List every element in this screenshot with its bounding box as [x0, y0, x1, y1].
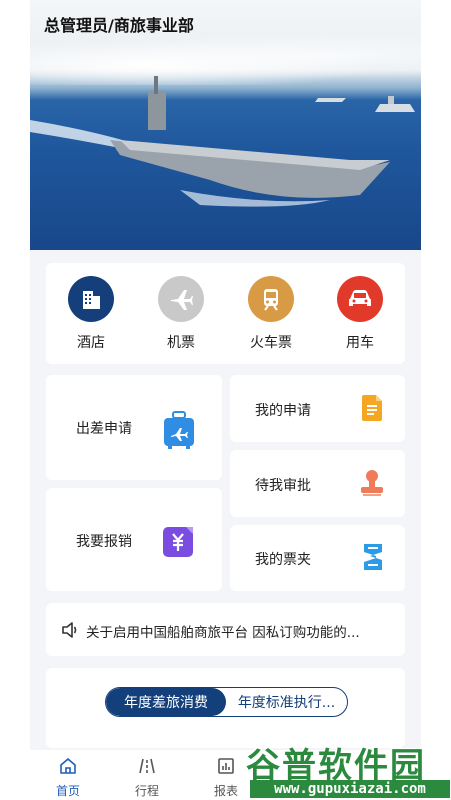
reimburse-label: 我要报销 [76, 534, 132, 550]
quick-services-card: 酒店 机票 火车票 用车 [46, 263, 405, 364]
app-page: 总管理员/商旅事业部 酒店 机票 火车票 用车 出差申请 我要报销 我的申请 待… [30, 0, 421, 800]
notice-text: 关于启用中国船舶商旅平台 因私订购功能的... [86, 625, 360, 641]
service-flight[interactable]: 机票 [146, 276, 216, 352]
road-icon [139, 758, 155, 774]
tab-home-label: 首页 [55, 784, 80, 798]
my-apply-label: 我的申请 [255, 403, 311, 419]
home-icon [60, 758, 76, 774]
hero-banner: 总管理员/商旅事业部 [30, 0, 421, 250]
document-icon [360, 394, 384, 426]
aircraft-carrier-image [30, 76, 415, 207]
stamp-icon [358, 468, 386, 502]
service-car-label: 用车 [346, 335, 374, 351]
my-tickets-label: 我的票夹 [255, 552, 311, 568]
service-hotel[interactable]: 酒店 [56, 276, 126, 352]
tab-annual-travel-spend[interactable]: 年度差旅消费 [106, 688, 226, 716]
suitcase-icon [162, 410, 196, 454]
tab-annual-standard-compliance[interactable]: 年度标准执行... [226, 688, 347, 716]
yuan-receipt-icon [162, 526, 196, 564]
service-hotel-label: 酒店 [77, 335, 105, 351]
service-flight-label: 机票 [167, 335, 195, 351]
airplane-icon [158, 276, 204, 322]
page-title: 总管理员/商旅事业部 [44, 16, 194, 35]
tab-home[interactable]: 首页 [38, 756, 98, 799]
my-apply-card[interactable]: 我的申请 [230, 375, 405, 442]
my-tickets-card[interactable]: 我的票夹 [230, 525, 405, 591]
stats-segmented-control: 年度差旅消费 年度标准执行... [105, 687, 348, 717]
train-icon [248, 276, 294, 322]
tab-itinerary[interactable]: 行程 [117, 756, 177, 799]
car-icon [337, 276, 383, 322]
speaker-icon [61, 621, 79, 643]
service-train-label: 火车票 [250, 335, 292, 351]
notice-bar[interactable]: 关于启用中国船舶商旅平台 因私订购功能的... [46, 603, 405, 656]
annual-stats-card: 年度差旅消费 年度标准执行... [46, 668, 405, 748]
watermark-url: www.gupuxiazai.com [250, 780, 450, 798]
hotel-icon [68, 276, 114, 322]
ticket-wallet-icon [360, 542, 386, 576]
bar-chart-icon [218, 758, 234, 774]
pending-approval-card[interactable]: 待我审批 [230, 450, 405, 517]
pending-approval-label: 待我审批 [255, 478, 311, 494]
reimburse-card[interactable]: 我要报销 [46, 488, 222, 591]
trip-apply-card[interactable]: 出差申请 [46, 375, 222, 480]
trip-apply-label: 出差申请 [76, 421, 132, 437]
service-car[interactable]: 用车 [325, 276, 395, 352]
site-watermark: 谷普软件园 www.gupuxiazai.com [246, 738, 451, 800]
service-train[interactable]: 火车票 [236, 276, 306, 352]
tab-itinerary-label: 行程 [134, 784, 159, 798]
